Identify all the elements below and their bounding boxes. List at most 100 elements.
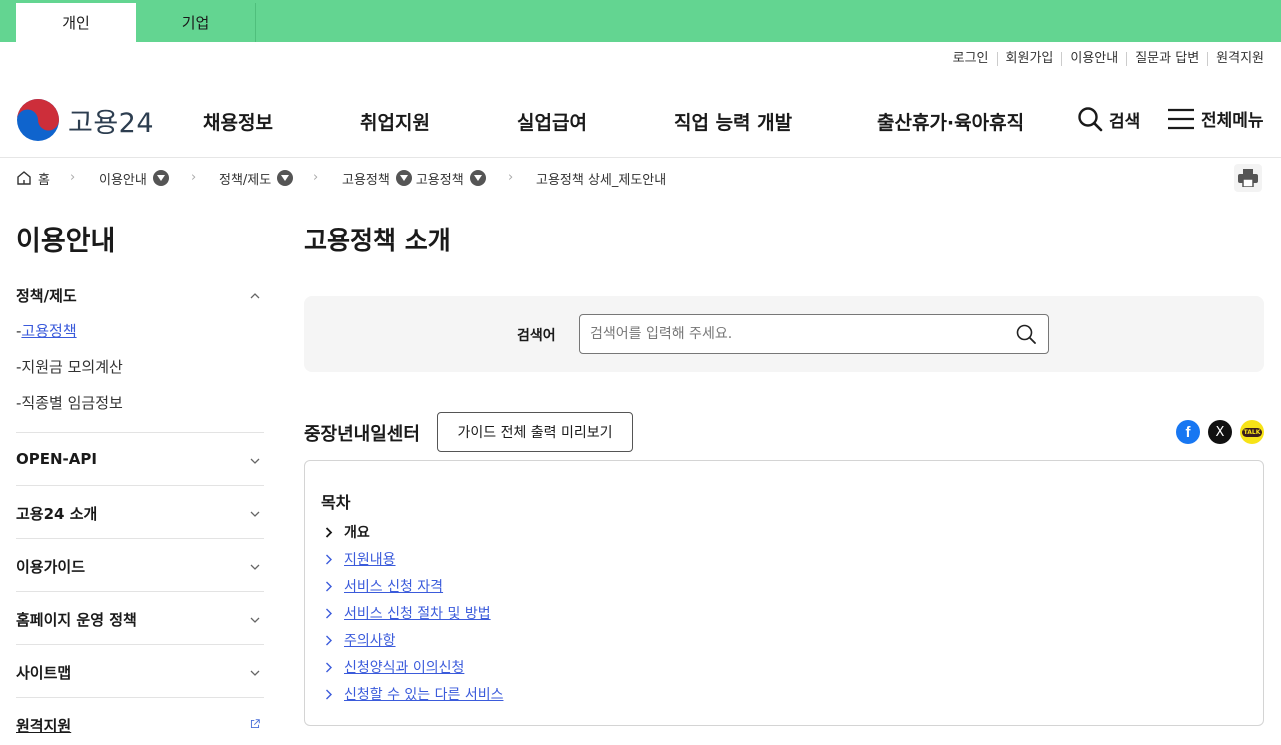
table-of-contents: 목차 개요 지원내용 서비스 신청 자격 서비스 신청 절차 및 방법 주의사항… [304,460,1264,726]
breadcrumb-home[interactable]: 홈 [16,168,50,188]
sidebar-section-about[interactable]: 고용24 소개 [16,503,264,524]
search-label: 검색어 [517,328,556,344]
toc-item-overview[interactable]: 개요 [325,522,370,542]
sidebar-section-site-policy[interactable]: 홈페이지 운영 정책 [16,609,264,630]
toc-item-other-services[interactable]: 신청할 수 있는 다른 서비스 [325,684,503,704]
print-button[interactable] [1234,164,1262,192]
sidebar-item-wage-info[interactable]: -직종별 임금정보 [16,392,123,413]
sidebar-section-label: OPEN-API [16,450,97,468]
breadcrumb-item-policy[interactable]: 정책/제도 [219,168,294,188]
chevron-down-icon [250,664,260,682]
nav-employment-support[interactable]: 취업지원 [360,108,430,135]
sidebar-section-label: 원격지원 [16,717,72,735]
header-search-label: 검색 [1109,111,1141,132]
chevron-right-icon [326,608,332,618]
facebook-share-icon[interactable]: f [1176,420,1200,444]
toc-item-notes[interactable]: 주의사항 [325,630,396,650]
toc-item-label: 신청양식과 이의신청 [344,660,465,676]
qna-link[interactable]: 질문과 답변 [1126,52,1207,66]
breadcrumb-separator-icon: › [508,170,514,185]
chevron-down-icon [250,505,260,523]
sidebar-section-guide[interactable]: 이용가이드 [16,556,264,577]
chevron-right-icon [325,526,333,538]
breadcrumb-separator-icon: › [70,170,76,185]
breadcrumb: 홈 › 이용안내 › 정책/제도 › 고용정책 고용정책 › 고용정책 상세_제… [16,168,716,188]
search-panel: 검색어 [304,296,1264,372]
breadcrumb-label: 고용정책 [415,172,464,188]
toc-item-support-content[interactable]: 지원내용 [325,549,396,569]
sidebar-divider [16,485,264,486]
search-icon[interactable] [1016,324,1036,344]
chevron-down-icon [250,558,260,576]
sidebar-divider [16,538,264,539]
full-menu-label: 전체메뉴 [1201,111,1264,131]
nav-vocational-training[interactable]: 직업 능력 개발 [674,108,792,135]
breadcrumb-label: 이용안내 [99,172,147,188]
external-link-icon [250,715,260,733]
tab-personal[interactable]: 개인 [16,3,136,42]
sidebar-divider [16,697,264,698]
sidebar-section-policy[interactable]: 정책/제도 [16,285,264,306]
toc-title: 목차 [321,493,351,512]
signup-link[interactable]: 회원가입 [996,52,1062,66]
nav-unemployment-benefit[interactable]: 실업급여 [517,108,587,135]
guide-print-preview-button[interactable]: 가이드 전체 출력 미리보기 [437,412,633,452]
sidebar-item-subsidy-calc[interactable]: -지원금 모의계산 [16,356,123,377]
breadcrumb-item-usage[interactable]: 이용안내 [99,168,169,188]
chevron-down-icon[interactable] [152,170,169,186]
top-tab-bar: 개인 기업 [0,0,1281,42]
toc-item-eligibility[interactable]: 서비스 신청 자격 [325,576,443,596]
toc-item-label: 신청할 수 있는 다른 서비스 [344,687,504,703]
sidebar-section-label: 고용24 소개 [16,505,98,523]
breadcrumb-label: 고용정책 [342,172,390,188]
sidebar-section-label: 정책/제도 [16,287,77,305]
sidebar-item-label: 지원금 모의계산 [21,358,123,376]
chevron-down-icon[interactable] [395,170,412,186]
breadcrumb-separator-icon: › [313,170,319,185]
kakaotalk-label: TALK [1241,427,1263,437]
toc-item-label: 지원내용 [344,552,396,568]
sidebar-title: 이용안내 [16,226,116,257]
usage-guide-link[interactable]: 이용안내 [1061,52,1126,66]
chevron-down-icon [250,611,260,629]
breadcrumb-label: 정책/제도 [219,172,272,188]
toc-item-label: 서비스 신청 절차 및 방법 [344,606,491,622]
toc-item-label: 주의사항 [344,633,396,649]
chevron-right-icon [326,635,332,645]
kakaotalk-share-icon[interactable]: TALK [1240,420,1264,444]
chevron-down-icon[interactable] [277,170,294,186]
site-logo[interactable]: 고용24 [16,98,154,142]
sidebar-section-open-api[interactable]: OPEN-API [16,450,264,468]
breadcrumb-item-employment-policy[interactable]: 고용정책 고용정책 [342,168,486,188]
full-menu-button[interactable]: 전체메뉴 [1167,106,1264,131]
toc-item-procedure[interactable]: 서비스 신청 절차 및 방법 [325,603,491,623]
sidebar-section-label: 이용가이드 [16,558,86,576]
nav-job-info[interactable]: 채용정보 [203,108,273,135]
search-input[interactable] [580,315,1010,353]
sidebar-remote-support-link[interactable]: 원격지원 [16,715,264,736]
sidebar-item-label: 고용정책 [21,322,77,340]
login-link[interactable]: 로그인 [945,52,997,66]
sidebar-item-employment-policy[interactable]: -고용정책 [16,320,77,341]
breadcrumb-label: 고용정책 상세_제도안내 [536,172,667,188]
taegeuk-logo-icon [17,99,59,141]
x-share-icon[interactable]: X [1208,420,1232,444]
header-search-button[interactable]: 검색 [1077,106,1140,132]
chevron-down-icon[interactable] [469,170,486,186]
sidebar-section-sitemap[interactable]: 사이트맵 [16,662,264,683]
toc-item-forms-appeal[interactable]: 신청양식과 이의신청 [325,657,464,677]
nav-parental-leave[interactable]: 출산휴가·육아휴직 [877,108,1024,135]
sidebar-divider [16,644,264,645]
printer-icon [1238,169,1258,187]
chevron-up-icon [250,287,260,305]
toc-item-label: 서비스 신청 자격 [344,579,444,595]
tab-corporate[interactable]: 기업 [136,3,256,42]
remote-support-link[interactable]: 원격지원 [1207,52,1264,66]
chevron-right-icon [326,581,332,591]
page-title: 고용정책 소개 [304,226,451,255]
utility-links: 로그인 회원가입 이용안내 질문과 답변 원격지원 [945,52,1264,66]
section-title: 중장년내일센터 [304,424,420,445]
sidebar-section-label: 홈페이지 운영 정책 [16,611,137,629]
logo-text: 고용24 [68,107,155,139]
search-field [579,314,1049,354]
